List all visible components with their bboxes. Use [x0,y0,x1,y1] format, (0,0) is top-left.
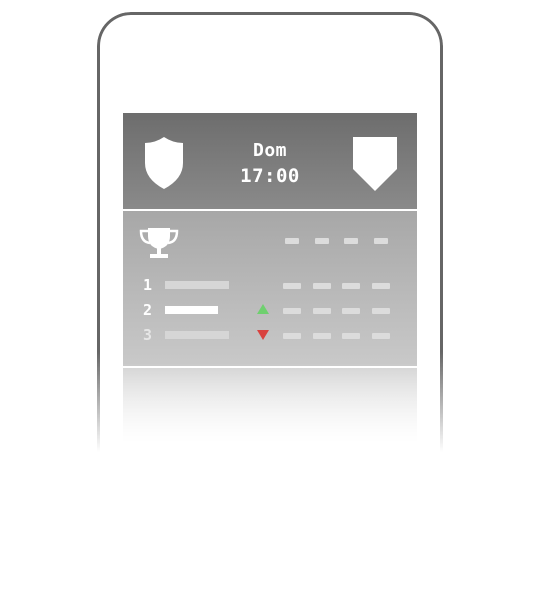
rank-number: 3 [143,326,153,344]
stat-cell [313,333,331,339]
rank-number: 1 [143,276,153,294]
stat-cell [313,283,331,289]
pennant-shield-icon [353,137,397,191]
stat-cell [372,283,390,289]
lower-panel [123,368,417,453]
trend-down-icon [257,330,269,340]
match-header[interactable]: Dom 17:00 [123,113,417,209]
trend-up-icon [257,304,269,314]
stat-cell [283,283,301,289]
stat-header-2 [315,238,329,244]
app-screen: Dom 17:00 1 2 3 [123,113,417,453]
stat-header-1 [285,238,299,244]
stat-cell [372,308,390,314]
stat-cell [342,333,360,339]
stat-cell [372,333,390,339]
stat-header-3 [344,238,358,244]
team-name-placeholder [165,306,218,314]
stat-header-4 [374,238,388,244]
stat-cell [283,308,301,314]
team-name-placeholder [165,281,229,289]
trophy-icon [139,228,179,258]
stat-cell [313,308,331,314]
stat-cell [342,283,360,289]
stat-cell [342,308,360,314]
rank-number: 2 [143,301,153,319]
standings-panel[interactable]: 1 2 3 [123,211,417,366]
stat-cell [283,333,301,339]
team-name-placeholder [165,331,229,339]
